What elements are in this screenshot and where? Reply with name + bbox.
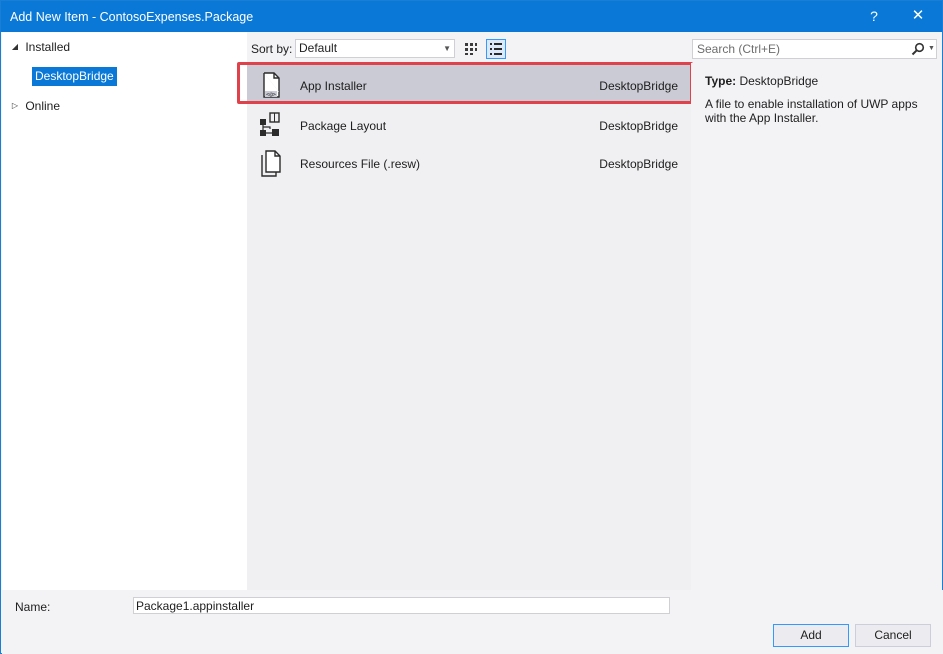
list-view-icon — [490, 43, 502, 55]
detail-type-value: DesktopBridge — [739, 74, 819, 88]
collapsed-arrow-icon[interactable]: ▷ — [8, 97, 22, 115]
sort-by-dropdown[interactable]: Default ▼ — [295, 39, 455, 58]
expanded-arrow-icon[interactable]: ◢ — [8, 38, 22, 56]
close-button[interactable]: ✕ — [903, 5, 933, 27]
list-item-app-installer[interactable]: <@> App Installer DesktopBridge — [247, 65, 691, 103]
item-name: Resources File (.resw) — [300, 157, 421, 171]
title-bar: Add New Item - ContosoExpenses.Package ?… — [1, 1, 942, 32]
item-type: DesktopBridge — [599, 79, 678, 93]
window-title: Add New Item - ContosoExpenses.Package — [10, 10, 254, 24]
tree-node-online[interactable]: ▷ Online — [8, 97, 60, 115]
add-button[interactable]: Add — [773, 624, 849, 647]
tree-node-label: DesktopBridge — [35, 69, 114, 83]
tree-node-label: Installed — [25, 40, 71, 54]
name-label: Name: — [15, 600, 51, 614]
svg-text:<@>: <@> — [266, 92, 277, 98]
item-name: App Installer — [300, 79, 367, 93]
tree-node-installed[interactable]: ◢ Installed — [8, 38, 70, 56]
detail-description: A file to enable installation of UWP app… — [705, 97, 918, 125]
search-box[interactable]: ▼ — [692, 39, 937, 59]
detail-type-label: Type: — [705, 74, 737, 88]
list-view-button[interactable] — [486, 39, 506, 59]
sort-by-value: Default — [299, 41, 338, 55]
sort-by-label: Sort by: — [251, 42, 293, 56]
list-item-package-layout[interactable]: Package Layout DesktopBridge — [247, 105, 691, 143]
template-list: <@> App Installer DesktopBridge Package … — [247, 63, 691, 590]
grid-view-button[interactable] — [461, 39, 481, 59]
details-pane: Type: DesktopBridge A file to enable ins… — [691, 63, 942, 590]
search-options-arrow-icon[interactable]: ▼ — [928, 40, 935, 58]
grid-view-icon — [465, 43, 477, 55]
dropdown-arrow-icon: ▼ — [443, 44, 451, 53]
resources-file-icon — [261, 150, 281, 177]
help-button[interactable]: ? — [859, 5, 889, 27]
detail-type: Type: DesktopBridge — [705, 74, 818, 88]
add-new-item-dialog: Add New Item - ContosoExpenses.Package ?… — [0, 0, 943, 654]
tree-node-label: Online — [25, 99, 61, 113]
category-tree: ◢ Installed DesktopBridge ▷ Online — [2, 32, 247, 590]
cancel-button[interactable]: Cancel — [855, 624, 931, 647]
item-type: DesktopBridge — [599, 157, 678, 171]
search-icon[interactable] — [911, 42, 925, 56]
app-installer-icon: <@> — [263, 72, 280, 98]
item-name: Package Layout — [300, 119, 387, 133]
list-item-resources-file[interactable]: Resources File (.resw) DesktopBridge — [247, 143, 691, 181]
item-type: DesktopBridge — [599, 119, 678, 133]
search-input[interactable] — [693, 40, 903, 58]
name-field[interactable] — [133, 597, 670, 614]
package-layout-icon — [260, 112, 280, 136]
bottom-bar: Name: Add Cancel — [2, 590, 943, 654]
tree-node-desktopbridge[interactable]: DesktopBridge — [32, 67, 117, 86]
